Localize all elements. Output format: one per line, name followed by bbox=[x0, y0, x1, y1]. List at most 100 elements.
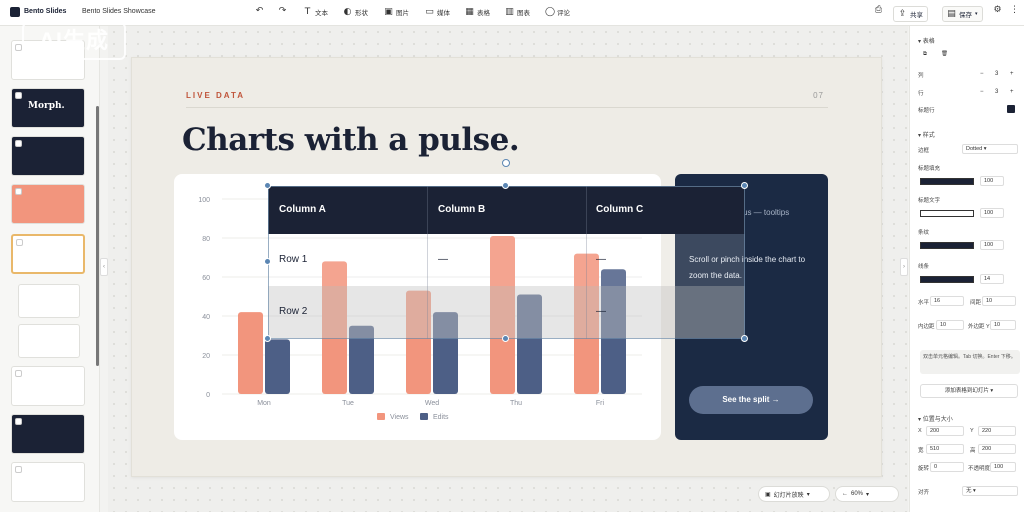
slide-thumbnail[interactable] bbox=[11, 414, 85, 454]
add-table-button[interactable]: 添加表格到幻灯片 ▾ bbox=[920, 384, 1018, 398]
app-logo-icon bbox=[10, 7, 20, 17]
resize-handle-nw[interactable] bbox=[264, 182, 271, 189]
zoom-control[interactable]: ← 60% ▾ bbox=[835, 486, 899, 502]
border-style-select[interactable]: Dotted ▾ bbox=[962, 144, 1018, 154]
bar-views[interactable] bbox=[238, 312, 263, 394]
stripe-opacity[interactable]: 100 bbox=[980, 240, 1004, 250]
slide-thumbnail[interactable] bbox=[11, 184, 85, 224]
zoom-out-icon[interactable]: ← bbox=[842, 491, 848, 497]
resize-handle-s[interactable] bbox=[502, 335, 509, 342]
selection-box bbox=[268, 186, 745, 339]
y-tick-label: 0 bbox=[206, 392, 210, 399]
rotate-handle[interactable] bbox=[502, 159, 510, 167]
rotation-input[interactable]: 0 bbox=[930, 462, 964, 472]
chart-tool-button[interactable]: ▥ 图表 bbox=[505, 7, 530, 17]
save-label: 保存 bbox=[959, 12, 972, 19]
see-split-button[interactable]: See the split → bbox=[689, 386, 813, 414]
section-table-heading[interactable]: ▾ 表格 bbox=[918, 36, 935, 45]
image-tool-label: 图片 bbox=[396, 10, 409, 17]
text-tool-button[interactable]: T 文本 bbox=[303, 7, 328, 17]
resize-handle-se[interactable] bbox=[741, 335, 748, 342]
slide-thumbnail[interactable] bbox=[11, 366, 85, 406]
bar-edits[interactable] bbox=[265, 339, 290, 394]
more-button[interactable]: ⋮ bbox=[1010, 6, 1019, 15]
slide-thumbnail[interactable] bbox=[18, 284, 80, 318]
x-input[interactable]: 200 bbox=[926, 426, 964, 436]
cols-value[interactable]: 3 bbox=[995, 71, 998, 77]
padding-h-label: 水平 bbox=[918, 300, 930, 306]
undo-button[interactable]: ↶ bbox=[255, 7, 264, 16]
cols-decrement-button[interactable]: − bbox=[980, 71, 984, 77]
slide-thumbnail[interactable] bbox=[18, 324, 80, 358]
settings-button[interactable]: ⚙ bbox=[993, 6, 1002, 15]
margin-y-input[interactable]: 10 bbox=[990, 320, 1016, 330]
redo-button[interactable]: ↷ bbox=[278, 7, 287, 16]
stripe-swatch[interactable] bbox=[920, 242, 974, 249]
table-tool-label: 表格 bbox=[477, 10, 490, 17]
slide-thumbnail[interactable]: Morph. bbox=[11, 88, 85, 128]
sidebar-scrollbar[interactable] bbox=[96, 106, 99, 366]
media-tool-button[interactable]: ▭ 媒体 bbox=[425, 7, 450, 17]
header-text-opacity[interactable]: 100 bbox=[980, 208, 1004, 218]
opacity-input[interactable]: 100 bbox=[990, 462, 1016, 472]
header-fill-opacity[interactable]: 100 bbox=[980, 176, 1004, 186]
padding-h-input[interactable]: 16 bbox=[930, 296, 964, 306]
header-text-swatch[interactable] bbox=[920, 210, 974, 217]
table-tool-button[interactable]: ▦ 表格 bbox=[465, 7, 490, 17]
chart-icon: ▥ bbox=[505, 6, 514, 17]
width-input[interactable]: 510 bbox=[926, 444, 964, 454]
slide-thumbnail-number bbox=[15, 188, 22, 195]
resize-handle-n[interactable] bbox=[502, 182, 509, 189]
collapse-sidebar-button[interactable]: ‹ bbox=[100, 258, 108, 276]
table-element[interactable]: Column A Column B Column C Row 1 — — Row… bbox=[264, 159, 748, 342]
rows-decrement-button[interactable]: − bbox=[980, 89, 984, 95]
slide-thumbnail-number bbox=[16, 239, 23, 246]
line-swatch[interactable] bbox=[920, 276, 974, 283]
line-width[interactable]: 14 bbox=[980, 274, 1004, 284]
header-fill-swatch[interactable] bbox=[920, 178, 974, 185]
align-value: 无 bbox=[966, 488, 972, 494]
y-tick-label: 80 bbox=[202, 236, 210, 243]
table-help-note: 双击单元格编辑。Tab 切换。Enter 下移。 bbox=[920, 350, 1020, 374]
section-position-heading[interactable]: ▾ 位置与大小 bbox=[918, 414, 953, 423]
y-tick-label: 20 bbox=[202, 353, 210, 360]
shape-tool-button[interactable]: ◐ 形状 bbox=[343, 7, 368, 17]
section-style-heading[interactable]: ▾ 样式 bbox=[918, 130, 935, 139]
height-input[interactable]: 200 bbox=[978, 444, 1016, 454]
y-input[interactable]: 220 bbox=[978, 426, 1016, 436]
margin-y-label: 外边距 Y bbox=[968, 324, 990, 330]
image-tool-button[interactable]: ▣ 图片 bbox=[384, 7, 409, 17]
align-label: 对齐 bbox=[918, 490, 930, 496]
collapse-inspector-button[interactable]: › bbox=[900, 258, 908, 276]
share-button[interactable]: ⇪ 共享 bbox=[893, 6, 928, 22]
slide-thumbnail[interactable] bbox=[11, 136, 85, 176]
rotation-label: 旋转 bbox=[918, 466, 930, 472]
cols-increment-button[interactable]: + bbox=[1010, 71, 1014, 77]
header-row-checkbox[interactable] bbox=[1007, 105, 1015, 113]
document-title[interactable]: Bento Slides Showcase bbox=[82, 8, 156, 15]
gap-input[interactable]: 10 bbox=[982, 296, 1016, 306]
rows-value[interactable]: 3 bbox=[995, 89, 998, 95]
comment-tool-button[interactable]: ◯ 评论 bbox=[545, 7, 570, 17]
slide-title[interactable]: Charts with a pulse. bbox=[182, 122, 520, 158]
resize-handle-sw[interactable] bbox=[264, 335, 271, 342]
slide-thumbnail-active[interactable] bbox=[11, 234, 85, 274]
padding-y-input[interactable]: 10 bbox=[936, 320, 964, 330]
delete-icon[interactable]: 🗑 bbox=[938, 50, 950, 60]
copy-icon[interactable]: ⧉ bbox=[920, 50, 932, 60]
rows-increment-button[interactable]: + bbox=[1010, 89, 1014, 95]
resize-handle-w[interactable] bbox=[264, 258, 271, 265]
save-button[interactable]: ▤ 保存 ▾ bbox=[942, 6, 983, 22]
slideshow-label: 幻灯片放映 bbox=[773, 492, 804, 499]
slideshow-button[interactable]: ▣ 幻灯片放映 ▾ bbox=[758, 486, 830, 502]
more-icon: ⋮ bbox=[1010, 5, 1019, 15]
align-select[interactable]: 无 ▾ bbox=[962, 486, 1018, 496]
slide-thumbnail-number bbox=[15, 44, 22, 51]
comment-icon: ◯ bbox=[545, 6, 556, 17]
x-label: X bbox=[918, 428, 922, 434]
resize-handle-ne[interactable] bbox=[741, 182, 748, 189]
slide-thumbnails-panel: Morph. bbox=[0, 26, 100, 512]
print-button[interactable]: ⎙ bbox=[874, 6, 883, 15]
slide[interactable]: LIVE DATA 07 Charts with a pulse. 0 20 40 6… bbox=[131, 57, 882, 477]
slide-thumbnail[interactable] bbox=[11, 462, 85, 502]
